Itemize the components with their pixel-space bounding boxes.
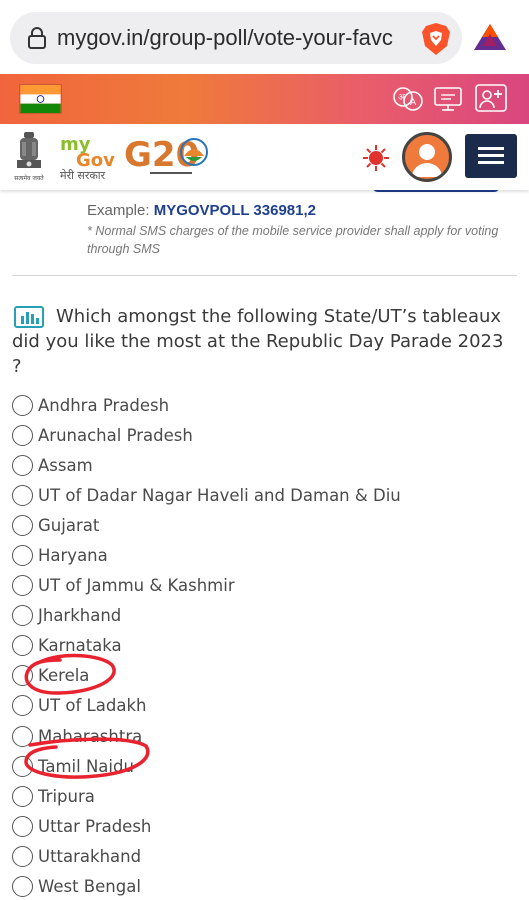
poll-option-label[interactable]: Tamil Naidu [38, 757, 134, 776]
sms-example-code: MYGOVPOLL 336981,2 [153, 202, 317, 219]
radio-button[interactable] [12, 695, 33, 717]
radio-button[interactable] [12, 424, 33, 446]
radio-button[interactable] [12, 785, 33, 807]
poll-options: Andhra Pradesh Arunachal Pradesh Assam UT o… [12, 390, 517, 900]
section-divider [12, 275, 517, 276]
browser-toolbar: mygov.in/group-poll/vote-your-favc [0, 0, 529, 74]
radio-button[interactable] [12, 725, 33, 747]
address-bar[interactable]: mygov.in/group-poll/vote-your-favc [10, 12, 462, 64]
poll-option[interactable]: UT of Jammu & Kashmir [12, 571, 517, 601]
poll-option[interactable]: Haryana [12, 540, 517, 570]
poll-option-label[interactable]: Karnataka [38, 636, 122, 655]
radio-button[interactable] [12, 605, 33, 627]
url-text[interactable]: mygov.in/group-poll/vote-your-favc [57, 24, 412, 52]
poll-option[interactable]: UT of Dadar Nagar Haveli and Daman & Diu [12, 480, 517, 510]
brave-shield-icon[interactable] [420, 22, 452, 56]
sms-charges-note: * Normal SMS charges of the mobile servi… [87, 224, 499, 256]
poll-option[interactable]: Kerela [12, 661, 517, 691]
poll-option[interactable]: Uttarakhand [12, 841, 517, 871]
poll-option[interactable]: Tamil Naidu [12, 751, 517, 781]
radio-button[interactable] [12, 394, 33, 416]
poll-option-label[interactable]: Uttarakhand [38, 847, 141, 866]
menu-line-icon [478, 154, 504, 157]
register-user-icon[interactable] [474, 83, 508, 115]
poll-option-label[interactable]: UT of Jammu & Kashmir [38, 576, 235, 595]
radio-button[interactable] [12, 665, 33, 687]
user-silhouette-icon [412, 144, 442, 177]
emblem-caption: सत्यमेव जयते [14, 174, 44, 182]
poll-option[interactable]: UT of Ladakh [12, 691, 517, 721]
national-emblem-icon: सत्यमेव जयते [14, 132, 44, 182]
poll-option[interactable]: Gujarat [12, 510, 517, 540]
poll-option-label[interactable]: West Bengal [38, 877, 141, 896]
poll-option[interactable]: Jharkhand [12, 601, 517, 631]
mygov-logo[interactable]: my Gov मेरी सरकार [60, 132, 118, 182]
radio-button[interactable] [12, 876, 33, 898]
poll-option[interactable]: Assam [12, 450, 517, 480]
poll-option[interactable]: Andhra Pradesh [12, 390, 517, 420]
radio-button[interactable] [12, 514, 33, 536]
poll-option-label[interactable]: Haryana [38, 546, 108, 565]
user-avatar[interactable] [402, 132, 452, 182]
poll-option-label[interactable]: Andhra Pradesh [38, 396, 169, 415]
radio-button[interactable] [12, 755, 33, 777]
poll-option-label[interactable]: Uttar Pradesh [38, 817, 151, 836]
g20-logo: G20 [124, 135, 208, 175]
poll-option[interactable]: West Bengal [12, 872, 517, 900]
poll-option[interactable]: Karnataka [12, 631, 517, 661]
poll-option-label[interactable]: Assam [38, 456, 93, 475]
mygov-logo-hindi: मेरी सरकार [60, 169, 106, 182]
lock-icon [28, 27, 46, 49]
mygov-logo-gov: Gov [76, 150, 115, 171]
india-flag-icon [19, 84, 62, 114]
covid-virus-icon[interactable] [362, 144, 390, 172]
poll-option[interactable]: Arunachal Pradesh [12, 420, 517, 450]
radio-button[interactable] [12, 845, 33, 867]
radio-button[interactable] [12, 815, 33, 837]
menu-line-icon [478, 161, 504, 164]
sms-example: Example: MYGOVPOLL 336981,2 [87, 202, 316, 219]
svg-text:अ: अ [398, 93, 406, 103]
radio-button[interactable] [12, 484, 33, 506]
hamburger-menu-button[interactable] [465, 134, 517, 178]
radio-button[interactable] [12, 454, 33, 476]
sms-example-label: Example: [87, 202, 150, 219]
poll-option-label[interactable]: Kerela [38, 666, 89, 685]
poll-option-label[interactable]: Maharashtra [38, 727, 142, 746]
screen-reader-icon[interactable] [432, 84, 464, 114]
bat-rewards-icon[interactable] [473, 22, 507, 52]
menu-line-icon [478, 147, 504, 150]
poll-option-label[interactable]: Gujarat [38, 516, 99, 535]
poll-option-label[interactable]: Arunachal Pradesh [38, 426, 193, 445]
poll-option[interactable]: Tripura [12, 781, 517, 811]
radio-button[interactable] [12, 575, 33, 597]
poll-option[interactable]: Uttar Pradesh [12, 811, 517, 841]
poll-option-label[interactable]: Tripura [38, 787, 95, 806]
poll-option[interactable]: Maharashtra [12, 721, 517, 751]
poll-question: Which amongst the following State/UT’s t… [12, 306, 504, 377]
poll-option-label[interactable]: UT of Dadar Nagar Haveli and Daman & Diu [38, 486, 401, 505]
site-header: सत्यमेव जयते my Gov मेरी सरकार G20 [0, 124, 529, 190]
language-icon[interactable]: अ A [392, 84, 424, 114]
svg-text:A: A [410, 98, 417, 108]
radio-button[interactable] [12, 545, 33, 567]
poll-option-label[interactable]: UT of Ladakh [38, 696, 146, 715]
radio-button[interactable] [12, 635, 33, 657]
poll-option-label[interactable]: Jharkhand [38, 606, 121, 625]
